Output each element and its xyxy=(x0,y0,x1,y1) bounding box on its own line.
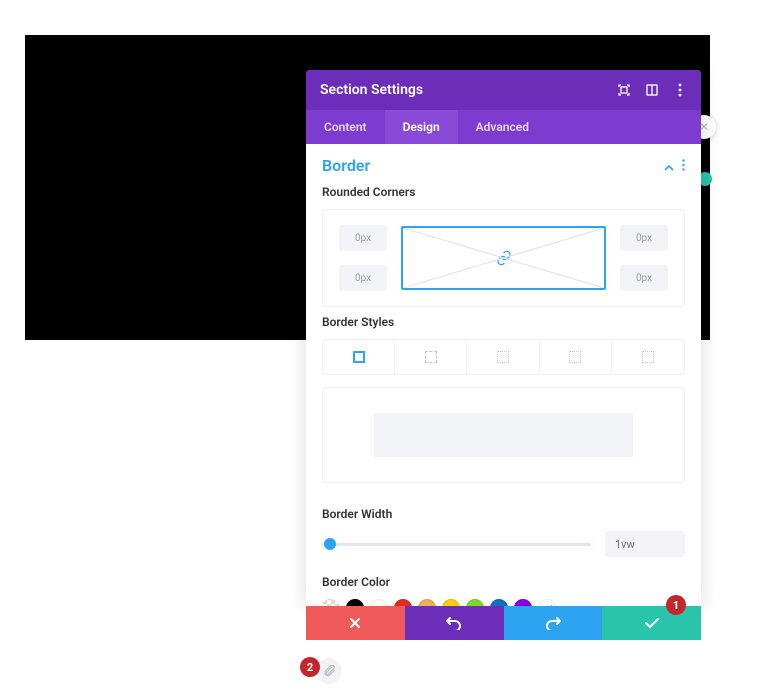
paperclip-icon xyxy=(322,664,336,678)
border-width-value[interactable]: 1vw xyxy=(605,531,685,557)
border-style-solid[interactable] xyxy=(323,340,395,374)
swatch-blue[interactable] xyxy=(490,599,508,606)
corner-bottom-left[interactable]: 0px xyxy=(339,265,387,291)
kebab-icon[interactable] xyxy=(673,83,687,97)
border-preview-inner xyxy=(374,413,634,457)
section-title: Border xyxy=(322,156,370,175)
border-style-double[interactable] xyxy=(540,340,612,374)
rounded-corners-control: 0px 0px 0px 0px xyxy=(322,209,685,307)
tab-content[interactable]: Content xyxy=(306,110,385,144)
swatch-white[interactable] xyxy=(370,599,388,606)
section-kebab-icon[interactable] xyxy=(682,156,685,175)
settings-panel: Section Settings Content Design Advanced… xyxy=(306,70,701,606)
border-width-label: Border Width xyxy=(322,507,685,521)
tab-design[interactable]: Design xyxy=(385,110,458,144)
undo-button[interactable] xyxy=(405,606,504,640)
color-swatches xyxy=(322,599,685,606)
border-preview xyxy=(322,387,685,483)
expand-icon[interactable] xyxy=(617,83,631,97)
swatch-orange[interactable] xyxy=(418,599,436,606)
tabs-bar: Content Design Advanced xyxy=(306,110,701,144)
panel-header: Section Settings xyxy=(306,70,701,110)
border-styles-label: Border Styles xyxy=(322,315,685,329)
swatch-transparent[interactable] xyxy=(322,599,340,606)
border-style-dotted[interactable] xyxy=(467,340,539,374)
border-width-control: 1vw xyxy=(322,531,685,557)
swatch-yellow[interactable] xyxy=(442,599,460,606)
tab-advanced[interactable]: Advanced xyxy=(458,110,547,144)
swatch-purple[interactable] xyxy=(514,599,532,606)
panel-title: Section Settings xyxy=(320,82,423,98)
corner-bottom-right[interactable]: 0px xyxy=(620,265,668,291)
border-style-none[interactable] xyxy=(612,340,684,374)
swatch-none[interactable] xyxy=(538,599,556,606)
swatch-red[interactable] xyxy=(394,599,412,606)
border-width-slider[interactable] xyxy=(322,537,591,551)
header-icons xyxy=(617,83,687,97)
panel-content: Border Rounded Corners 0px 0px 0px 0px B… xyxy=(306,144,701,606)
swatch-green[interactable] xyxy=(466,599,484,606)
corner-link-preview[interactable] xyxy=(401,226,606,290)
corner-top-right[interactable]: 0px xyxy=(620,225,668,251)
slider-thumb[interactable] xyxy=(324,538,336,550)
callout-badge-1: 1 xyxy=(666,595,686,615)
redo-button[interactable] xyxy=(504,606,603,640)
collapse-icon[interactable] xyxy=(664,156,674,175)
callout-badge-2: 2 xyxy=(300,657,320,677)
columns-icon[interactable] xyxy=(645,83,659,97)
corner-top-left[interactable]: 0px xyxy=(339,225,387,251)
swatch-black[interactable] xyxy=(346,599,364,606)
section-header: Border xyxy=(322,156,685,175)
rounded-corners-label: Rounded Corners xyxy=(322,185,685,199)
save-button[interactable] xyxy=(602,606,701,640)
border-color-label: Border Color xyxy=(322,575,685,589)
section-controls xyxy=(664,156,685,175)
panel-footer xyxy=(306,606,701,640)
attachment-fab[interactable] xyxy=(316,658,342,684)
cancel-button[interactable] xyxy=(306,606,405,640)
border-style-options xyxy=(322,339,685,375)
border-style-dashed[interactable] xyxy=(395,340,467,374)
